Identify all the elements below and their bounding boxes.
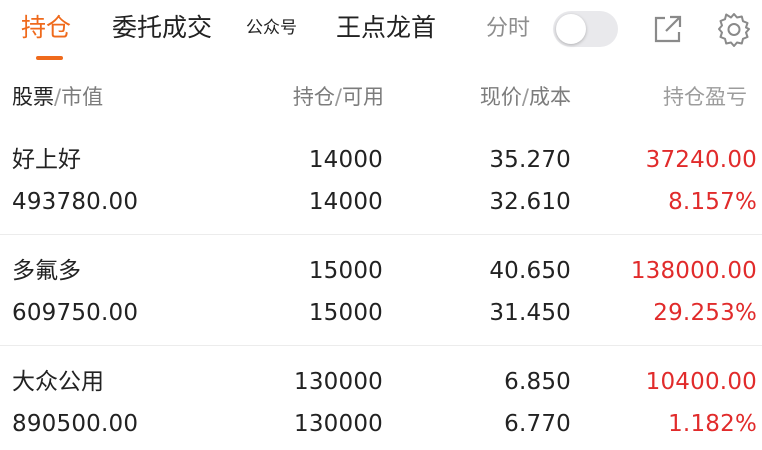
row-divider — [0, 234, 762, 235]
stock-name: 好上好 — [12, 147, 81, 173]
header-pnl: 持仓盈亏 — [663, 85, 747, 109]
pnl-amount: 10400.00 — [645, 369, 757, 395]
pnl-amount: 37240.00 — [645, 147, 757, 173]
active-tab-indicator — [36, 56, 63, 60]
position-qty: 130000 — [294, 369, 383, 395]
table-row[interactable]: 好上好 493780.00 14000 14000 35.270 32.610 … — [0, 126, 762, 236]
cost-price: 31.450 — [489, 300, 571, 326]
tab-official-account[interactable]: 公众号 — [246, 14, 297, 42]
stock-name: 大众公用 — [12, 369, 104, 395]
market-value: 890500.00 — [12, 411, 139, 437]
intraday-toggle-label: 分时 — [486, 16, 531, 41]
tab-orders-trades[interactable]: 委托成交 — [112, 10, 212, 46]
top-tab-bar: 持仓 委托成交 公众号 王点龙首 分时 — [0, 0, 762, 62]
pnl-percent: 1.182% — [668, 411, 757, 437]
header-stock-market-value: 股票/市值 — [12, 85, 104, 109]
available-qty: 130000 — [294, 411, 383, 437]
available-qty: 15000 — [308, 300, 383, 326]
pnl-percent: 8.157% — [668, 189, 757, 215]
current-price: 35.270 — [489, 147, 571, 173]
position-qty: 14000 — [308, 147, 383, 173]
external-link-icon[interactable] — [650, 11, 686, 47]
market-value: 609750.00 — [12, 300, 139, 326]
gear-icon[interactable] — [716, 11, 752, 47]
pnl-percent: 29.253% — [653, 300, 757, 326]
toggle-knob — [556, 14, 586, 44]
position-qty: 15000 — [308, 258, 383, 284]
stock-name: 多氟多 — [12, 258, 81, 284]
intraday-toggle[interactable] — [553, 11, 618, 47]
pnl-amount: 138000.00 — [630, 258, 757, 284]
available-qty: 14000 — [308, 189, 383, 215]
current-price: 6.850 — [504, 369, 571, 395]
current-price: 40.650 — [489, 258, 571, 284]
table-row[interactable]: 多氟多 609750.00 15000 15000 40.650 31.450 … — [0, 237, 762, 347]
tab-positions[interactable]: 持仓 — [21, 10, 71, 46]
header-position-available: 持仓/可用 — [292, 85, 384, 109]
positions-screen: 持仓 委托成交 公众号 王点龙首 分时 股票/市值 持仓/可用 现价/成本 持仓… — [0, 0, 762, 450]
tab-wangdianlongshou[interactable]: 王点龙首 — [336, 10, 436, 46]
row-divider — [0, 345, 762, 346]
header-price-cost: 现价/成本 — [479, 85, 571, 109]
market-value: 493780.00 — [12, 189, 139, 215]
table-row[interactable]: 大众公用 890500.00 130000 130000 6.850 6.770… — [0, 348, 762, 450]
cost-price: 6.770 — [504, 411, 571, 437]
positions-table-header: 股票/市值 持仓/可用 现价/成本 持仓盈亏 — [0, 70, 762, 122]
cost-price: 32.610 — [489, 189, 571, 215]
